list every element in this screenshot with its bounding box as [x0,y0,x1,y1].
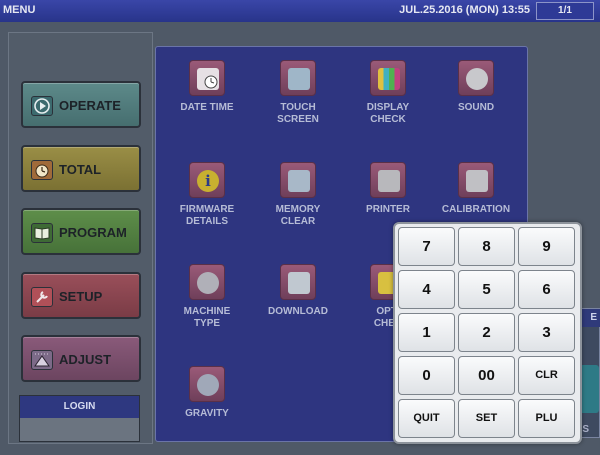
clear-button[interactable]: CLR [518,356,575,395]
memory-clear-item[interactable]: MEMORY CLEAR [258,162,338,228]
key-1[interactable]: 1 [398,313,455,352]
info-icon: i [189,162,225,198]
operate-label: OPERATE [59,98,121,113]
display-check-item[interactable]: DISPLAY CHECK [348,60,428,126]
set-button[interactable]: SET [458,399,515,438]
login-label: LOGIN [20,396,139,418]
operate-button[interactable]: OPERATE [21,81,141,128]
key-0[interactable]: 0 [398,356,455,395]
download-item[interactable]: DOWNLOAD [258,264,338,318]
monitor-icon [280,60,316,96]
key-7[interactable]: 7 [398,227,455,266]
display-check-label: DISPLAY [366,102,410,113]
key-00[interactable]: 00 [458,356,515,395]
touch-screen-label: TOUCH [280,102,316,113]
left-menu-panel: OPERATE TOTAL PROGRAM SETUP ADJUST [8,32,153,444]
play-icon [31,96,53,116]
gravity-item[interactable]: GRAVITY [167,366,247,420]
memory-card-icon [280,162,316,198]
adjust-button[interactable]: ADJUST [21,335,141,382]
page-title: MENU [3,4,36,16]
wrench-icon [31,287,53,307]
machine-type-item[interactable]: MACHINE TYPE [167,264,247,330]
calibration-item[interactable]: CALIBRATION [436,162,516,216]
printer-item[interactable]: PRINTER [348,162,428,216]
firmware-details-item[interactable]: i FIRMWARE DETAILS [167,162,247,228]
key-3[interactable]: 3 [518,313,575,352]
key-2[interactable]: 2 [458,313,515,352]
sound-label: SOUND [457,102,495,113]
globe-weight-icon [189,366,225,402]
key-4[interactable]: 4 [398,270,455,309]
title-bar: MENU JUL.25.2016 (MON) 13:55 1/1 [0,0,600,22]
key-8[interactable]: 8 [458,227,515,266]
printer-icon [370,162,406,198]
printer-label: PRINTER [366,204,410,215]
gears-icon [189,264,225,300]
numeric-keypad: 7 8 9 4 5 6 1 2 3 0 00 CLR QUIT SET PLU [393,222,582,444]
total-button[interactable]: TOTAL [21,145,141,192]
speaker-icon [458,60,494,96]
key-9[interactable]: 9 [518,227,575,266]
quit-button[interactable]: QUIT [398,399,455,438]
machine-type-label: MACHINE [183,306,231,317]
key-6[interactable]: 6 [518,270,575,309]
sound-item[interactable]: SOUND [436,60,516,114]
level-icon [31,350,53,370]
download-folder-icon [280,264,316,300]
book-icon [31,223,53,243]
adjust-label: ADJUST [59,352,112,367]
program-label: PROGRAM [59,225,127,240]
timer-icon [31,160,53,180]
date-time-label: DATE TIME [180,102,234,113]
date-time-display: JUL.25.2016 (MON) 13:55 [399,4,530,16]
setup-label: SETUP [59,289,103,304]
page-indicator: 1/1 [536,2,594,20]
color-bars-icon [370,60,406,96]
program-button[interactable]: PROGRAM [21,208,141,255]
memory-clear-label: MEMORY [275,204,321,215]
setup-button[interactable]: SETUP [21,272,141,319]
touch-screen-item[interactable]: TOUCH SCREEN [258,60,338,126]
calibration-label: CALIBRATION [441,204,511,215]
date-time-item[interactable]: DATE TIME [167,60,247,114]
download-label: DOWNLOAD [268,306,328,317]
clock-calendar-icon [189,60,225,96]
plu-button[interactable]: PLU [518,399,575,438]
key-5[interactable]: 5 [458,270,515,309]
login-box[interactable]: LOGIN [19,395,140,442]
gravity-label: GRAVITY [185,408,229,419]
firmware-details-label: FIRMWARE [179,204,235,215]
total-label: TOTAL [59,162,102,177]
side-panel-footer: S [582,424,589,435]
calibration-icon [458,162,494,198]
login-field[interactable] [20,418,139,441]
